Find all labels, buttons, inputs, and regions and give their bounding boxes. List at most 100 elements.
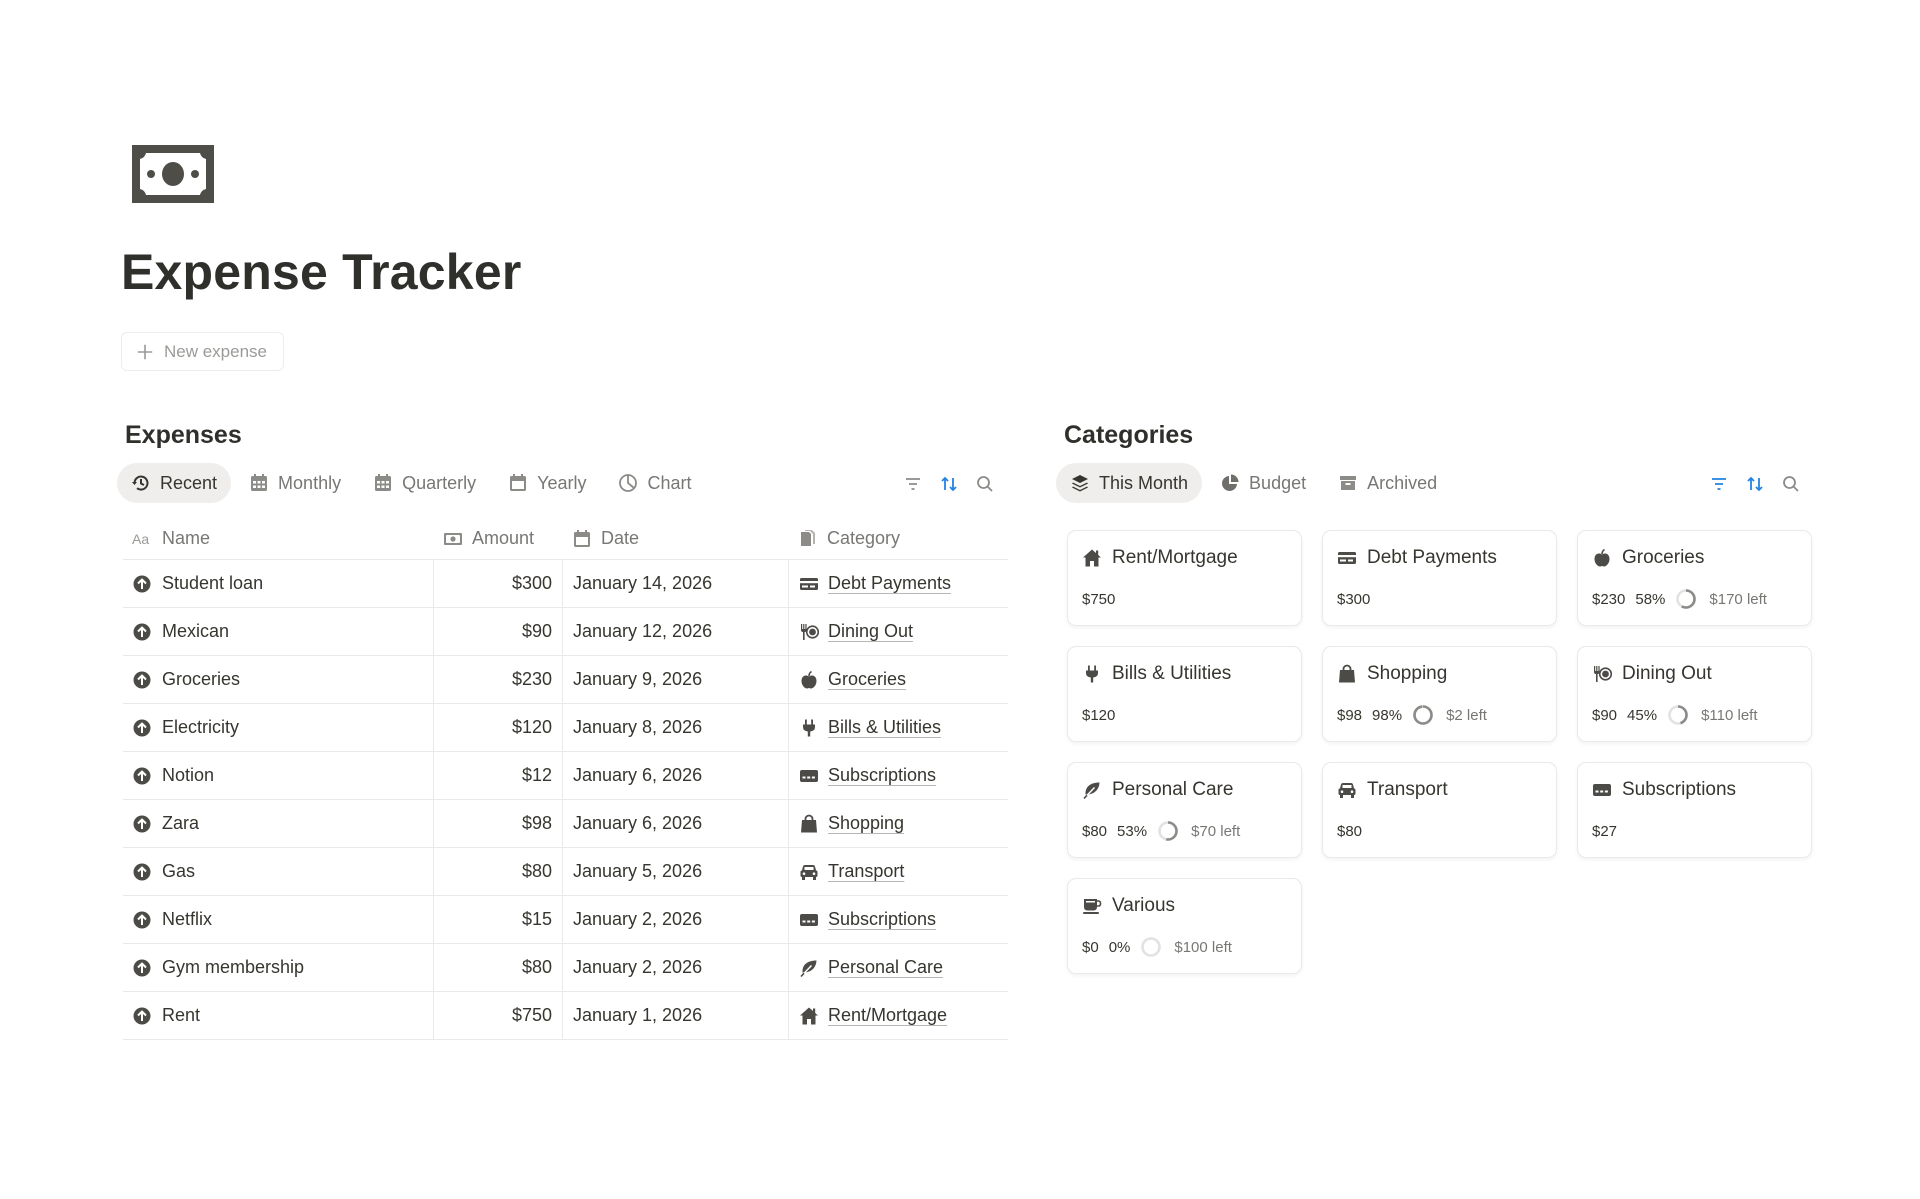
category-cell[interactable]: Transport xyxy=(788,848,1008,895)
name-cell[interactable]: Student loan xyxy=(123,560,433,607)
date-cell[interactable]: January 2, 2026 xyxy=(562,944,788,991)
date-cell[interactable]: January 6, 2026 xyxy=(562,752,788,799)
category-card[interactable]: Rent/Mortgage $750 xyxy=(1067,530,1302,626)
search-icon[interactable] xyxy=(975,474,995,494)
amount-cell[interactable]: $15 xyxy=(433,896,562,943)
date-cell[interactable]: January 6, 2026 xyxy=(562,800,788,847)
table-row[interactable]: Groceries $230 January 9, 2026 Groceries xyxy=(123,656,1008,704)
column-header-category[interactable]: Category xyxy=(788,518,1008,559)
card-meta: $27 xyxy=(1592,819,1797,843)
amount-cell[interactable]: $90 xyxy=(433,608,562,655)
category-cell[interactable]: Groceries xyxy=(788,656,1008,703)
date-cell[interactable]: January 12, 2026 xyxy=(562,608,788,655)
tab-this-month[interactable]: This Month xyxy=(1056,463,1203,503)
leaf-icon xyxy=(800,960,817,977)
category-link[interactable]: Shopping xyxy=(828,813,904,834)
amount-cell[interactable]: $300 xyxy=(433,560,562,607)
tab-budget[interactable]: Budget xyxy=(1206,463,1320,503)
category-link[interactable]: Personal Care xyxy=(828,957,943,978)
name-cell[interactable]: Netflix xyxy=(123,896,433,943)
column-header-date[interactable]: Date xyxy=(562,518,788,559)
table-row[interactable]: Mexican $90 January 12, 2026 Dining Out xyxy=(123,608,1008,656)
name-cell[interactable]: Zara xyxy=(123,800,433,847)
name-cell[interactable]: Groceries xyxy=(123,656,433,703)
table-row[interactable]: Rent $750 January 1, 2026 Rent/Mortgage xyxy=(123,992,1008,1040)
table-row[interactable]: Notion $12 January 6, 2026 Subscriptions xyxy=(123,752,1008,800)
category-cell[interactable]: Subscriptions xyxy=(788,752,1008,799)
category-cell[interactable]: Debt Payments xyxy=(788,560,1008,607)
table-row[interactable]: Electricity $120 January 8, 2026 Bills & Ut… xyxy=(123,704,1008,752)
table-row[interactable]: Student loan $300 January 14, 2026 Debt Pay… xyxy=(123,560,1008,608)
category-cell[interactable]: Dining Out xyxy=(788,608,1008,655)
category-cell[interactable]: Personal Care xyxy=(788,944,1008,991)
calendar-icon xyxy=(510,474,527,491)
category-link[interactable]: Debt Payments xyxy=(828,573,951,594)
date-cell[interactable]: January 9, 2026 xyxy=(562,656,788,703)
name-cell[interactable]: Mexican xyxy=(123,608,433,655)
plug-icon xyxy=(803,719,815,736)
new-expense-button[interactable]: New expense xyxy=(121,332,285,371)
arrow-up-circle-icon xyxy=(133,575,151,592)
amount-cell[interactable]: $12 xyxy=(433,752,562,799)
name-cell[interactable]: Gas xyxy=(123,848,433,895)
date-cell[interactable]: January 5, 2026 xyxy=(562,848,788,895)
category-card[interactable]: Personal Care $80 53% $70 left xyxy=(1067,762,1302,858)
name-cell[interactable]: Notion xyxy=(123,752,433,799)
card-title: Various xyxy=(1082,893,1287,919)
date-cell[interactable]: January 2, 2026 xyxy=(562,896,788,943)
amount-cell[interactable]: $80 xyxy=(433,848,562,895)
tab-recent[interactable]: Recent xyxy=(117,463,232,503)
category-card[interactable]: Transport $80 xyxy=(1322,762,1557,858)
table-row[interactable]: Zara $98 January 6, 2026 Shopping xyxy=(123,800,1008,848)
category-card[interactable]: Shopping $98 98% $2 left xyxy=(1322,646,1557,742)
amount-cell[interactable]: $80 xyxy=(433,944,562,991)
name-cell[interactable]: Electricity xyxy=(123,704,433,751)
table-row[interactable]: Netflix $15 January 2, 2026 Subscriptions xyxy=(123,896,1008,944)
category-card[interactable]: Dining Out $90 45% $110 left xyxy=(1577,646,1812,742)
amount-cell[interactable]: $750 xyxy=(433,992,562,1039)
card-title: Shopping xyxy=(1337,661,1542,687)
amount-cell[interactable]: $98 xyxy=(433,800,562,847)
category-link[interactable]: Subscriptions xyxy=(828,909,936,930)
category-cell[interactable]: Subscriptions xyxy=(788,896,1008,943)
sort-icon[interactable] xyxy=(1745,474,1765,494)
column-header-name[interactable]: Aa Name xyxy=(123,518,433,559)
category-link[interactable]: Transport xyxy=(828,861,904,882)
amount-cell[interactable]: $120 xyxy=(433,704,562,751)
sort-icon[interactable] xyxy=(939,474,959,494)
table-row[interactable]: Gym membership $80 January 2, 2026 Personal… xyxy=(123,944,1008,992)
category-link[interactable]: Dining Out xyxy=(828,621,913,642)
tab-quarterly[interactable]: Quarterly xyxy=(359,463,490,503)
tab-yearly[interactable]: Yearly xyxy=(494,463,600,503)
date-cell[interactable]: January 14, 2026 xyxy=(562,560,788,607)
utensils-icon xyxy=(801,623,819,640)
date-cell[interactable]: January 8, 2026 xyxy=(562,704,788,751)
search-icon[interactable] xyxy=(1781,474,1801,494)
filter-icon[interactable] xyxy=(1709,474,1729,494)
category-cell[interactable]: Rent/Mortgage xyxy=(788,992,1008,1039)
card-meta: $0 0% $100 left xyxy=(1082,935,1287,959)
column-header-amount[interactable]: Amount xyxy=(433,518,562,559)
category-card[interactable]: Debt Payments $300 xyxy=(1322,530,1557,626)
category-card[interactable]: Various $0 0% $100 left xyxy=(1067,878,1302,974)
date-cell[interactable]: January 1, 2026 xyxy=(562,992,788,1039)
category-link[interactable]: Bills & Utilities xyxy=(828,717,941,738)
tab-archived[interactable]: Archived xyxy=(1324,463,1451,503)
category-card[interactable]: Bills & Utilities $120 xyxy=(1067,646,1302,742)
filter-icon[interactable] xyxy=(903,474,923,494)
category-card[interactable]: Subscriptions $27 xyxy=(1577,762,1812,858)
category-link[interactable]: Groceries xyxy=(828,669,906,690)
arrow-up-circle-icon xyxy=(133,719,151,736)
tab-chart[interactable]: Chart xyxy=(604,463,705,503)
category-cell[interactable]: Shopping xyxy=(788,800,1008,847)
name-cell[interactable]: Gym membership xyxy=(123,944,433,991)
table-row[interactable]: Gas $80 January 5, 2026 Transport xyxy=(123,848,1008,896)
category-link[interactable]: Subscriptions xyxy=(828,765,936,786)
tab-monthly[interactable]: Monthly xyxy=(235,463,355,503)
name-cell[interactable]: Rent xyxy=(123,992,433,1039)
category-card[interactable]: Groceries $230 58% $170 left xyxy=(1577,530,1812,626)
category-link[interactable]: Rent/Mortgage xyxy=(828,1005,947,1026)
budget-remaining: $70 left xyxy=(1191,822,1241,840)
category-cell[interactable]: Bills & Utilities xyxy=(788,704,1008,751)
amount-cell[interactable]: $230 xyxy=(433,656,562,703)
